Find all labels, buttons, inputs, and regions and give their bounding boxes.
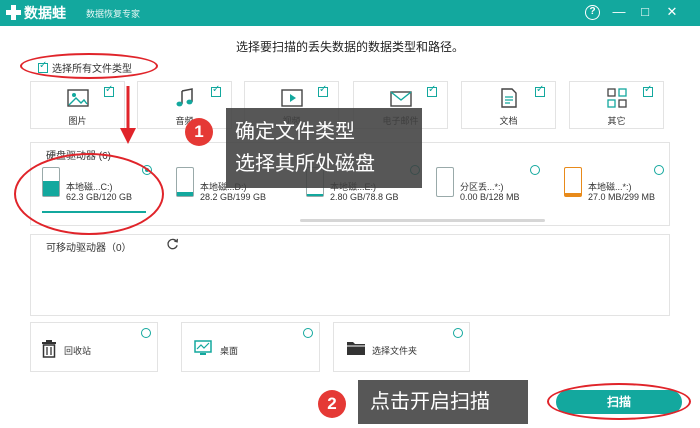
logo-cross-icon	[6, 5, 21, 20]
music-icon	[176, 88, 193, 107]
checkbox-icon	[318, 84, 328, 97]
app-subtitle: 数据恢复专家	[86, 9, 141, 19]
image-icon	[67, 89, 89, 107]
trash-icon	[42, 340, 56, 358]
hard-drive-icon	[564, 167, 582, 197]
checkbox-icon	[427, 84, 437, 97]
drives-scrollbar[interactable]	[300, 219, 545, 222]
drive-size: 28.2 GB/199 GB	[200, 192, 267, 202]
checkbox-icon	[535, 84, 545, 97]
file-type-other[interactable]: 其它	[569, 81, 664, 129]
drive-usage-fill	[307, 193, 323, 196]
step-2-badge: 2	[318, 390, 346, 418]
location-radio[interactable]	[141, 328, 151, 338]
callout-line-1: 确定文件类型	[235, 121, 355, 143]
app-logo: 数据蛙	[6, 3, 66, 23]
desktop-icon	[194, 340, 212, 355]
checkbox-icon	[211, 84, 221, 97]
title-bar: 数据蛙 数据恢复专家 ? — □ ✕	[0, 0, 700, 26]
drive-size: 2.80 GB/78.8 GB	[330, 192, 399, 202]
maximize-button[interactable]: □	[636, 4, 654, 22]
location-recycle-bin[interactable]: 回收站	[30, 322, 158, 372]
drive-radio[interactable]	[654, 165, 664, 175]
checkbox-icon	[643, 84, 653, 97]
callout-step-2: 点击开启扫描	[358, 380, 528, 424]
location-label: 选择文件夹	[372, 346, 418, 356]
location-radio[interactable]	[303, 328, 313, 338]
annotation-arrow-icon	[120, 86, 136, 144]
hard-drive-icon	[436, 167, 454, 197]
refresh-icon[interactable]	[166, 237, 179, 250]
app-name: 数据蛙	[24, 5, 66, 21]
file-type-label: 音频	[175, 116, 194, 126]
callout-line-2: 选择其所处磁盘	[235, 153, 375, 175]
step-1-badge: 1	[185, 118, 213, 146]
checkbox-icon	[104, 84, 114, 97]
annotation-ellipse-select-all	[20, 53, 158, 79]
document-icon	[501, 88, 517, 108]
location-desktop[interactable]: 桌面	[181, 322, 320, 372]
mail-icon	[390, 91, 412, 107]
location-select-folder[interactable]: 选择文件夹	[333, 322, 470, 372]
drive-usage-fill	[177, 192, 193, 196]
video-icon	[281, 89, 303, 107]
file-type-label: 其它	[607, 116, 626, 126]
file-type-label: 图片	[68, 116, 87, 126]
removable-drives-title: 可移动驱动器（0）	[46, 243, 132, 254]
location-label: 桌面	[220, 346, 239, 356]
close-button[interactable]: ✕	[663, 4, 681, 22]
file-type-audio[interactable]: 音频	[137, 81, 232, 129]
drive-size: 27.0 MB/299 MB	[588, 192, 656, 202]
callout-step-1: 确定文件类型 选择其所处磁盘	[226, 108, 422, 188]
location-label: 回收站	[64, 346, 92, 356]
minimize-button[interactable]: —	[610, 4, 628, 22]
location-radio[interactable]	[453, 328, 463, 338]
drive-radio[interactable]	[530, 165, 540, 175]
folder-icon	[347, 342, 365, 355]
file-type-label: 文档	[499, 116, 518, 126]
drive-size: 0.00 B/128 MB	[460, 192, 520, 202]
annotation-ellipse-scan	[547, 383, 691, 420]
other-icon	[607, 88, 627, 108]
help-button[interactable]: ?	[585, 5, 600, 20]
annotation-ellipse-drive-c	[14, 153, 164, 235]
callout-text: 点击开启扫描	[370, 391, 490, 413]
file-type-image[interactable]: 图片	[30, 81, 125, 129]
hard-drive-icon	[176, 167, 194, 197]
drive-usage-fill	[565, 193, 581, 196]
file-type-document[interactable]: 文档	[461, 81, 556, 129]
